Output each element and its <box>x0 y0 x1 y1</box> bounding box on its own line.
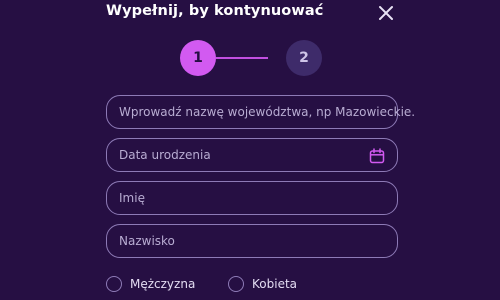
radio-female[interactable] <box>228 276 244 292</box>
region-placeholder: Wprowadź nazwę województwa, np Mazowieck… <box>119 105 416 119</box>
step-2-indicator: 2 <box>286 40 322 76</box>
close-button[interactable] <box>376 3 396 23</box>
gender-option-female[interactable]: Kobieta <box>228 276 297 292</box>
calendar-icon[interactable] <box>369 148 385 164</box>
last-name-input[interactable]: Nazwisko <box>106 224 398 258</box>
registration-modal: Wypełnij, by kontynuować 1 2 Wprowadź na… <box>0 0 500 300</box>
modal-title: Wypełnij, by kontynuować <box>106 3 324 19</box>
first-name-placeholder: Imię <box>119 191 145 205</box>
first-name-input[interactable]: Imię <box>106 181 398 215</box>
last-name-placeholder: Nazwisko <box>119 234 175 248</box>
gender-female-label: Kobieta <box>252 277 298 291</box>
birthdate-input[interactable]: Data urodzenia <box>106 138 398 172</box>
region-input[interactable]: Wprowadź nazwę województwa, np Mazowieck… <box>106 95 415 129</box>
gender-male-label: Mężczyzna <box>130 277 196 291</box>
birthdate-placeholder: Data urodzenia <box>119 148 211 162</box>
progress-stepper: 1 2 <box>180 40 322 76</box>
radio-male[interactable] <box>106 276 122 292</box>
close-icon <box>379 6 393 20</box>
gender-option-male[interactable]: Mężczyzna <box>106 276 195 292</box>
stepper-connector <box>216 57 268 59</box>
step-1-indicator: 1 <box>180 40 216 76</box>
